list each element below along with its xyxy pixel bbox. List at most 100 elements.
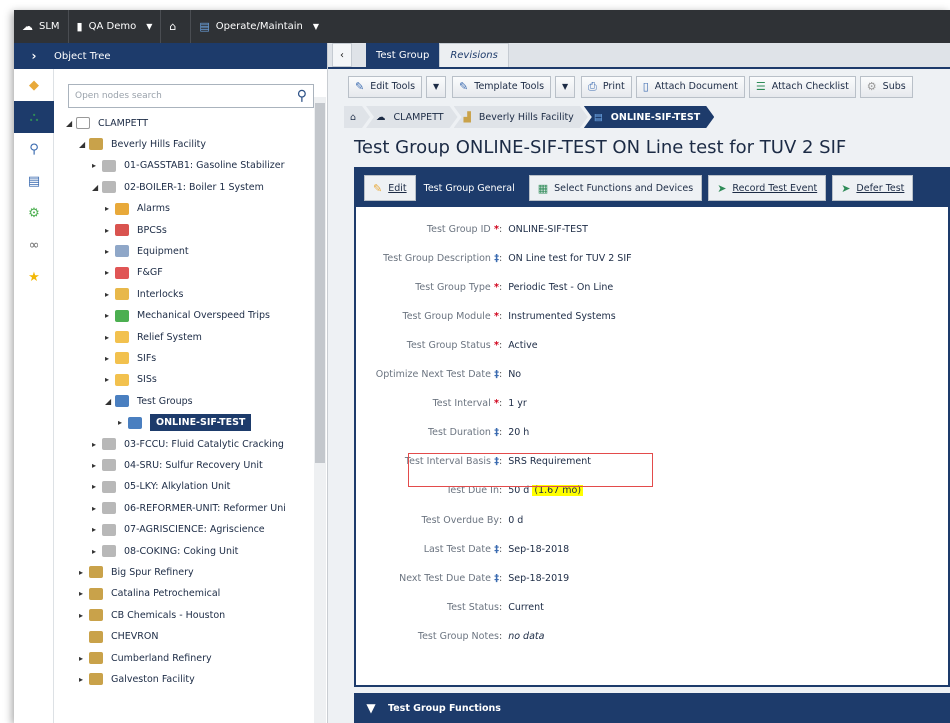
open-nodes-search-input[interactable]: Open nodes search ⚲	[68, 84, 314, 108]
expand-toggle-icon[interactable]: ▸	[118, 418, 128, 427]
tree-node-selected[interactable]: ▸ ONLINE-SIF-TEST	[118, 413, 252, 433]
tree-node[interactable]: ▸ 05-LKY: Alkylation Unit	[92, 477, 230, 497]
expand-toggle-icon[interactable]: ▸	[105, 290, 115, 299]
expand-toggle-icon[interactable]: ▸	[105, 333, 115, 342]
expand-toggle-icon[interactable]: ▸	[92, 461, 102, 470]
expand-toggle-icon[interactable]: ◢	[79, 140, 89, 149]
tree-node[interactable]: ▸ 01-GASSTAB1: Gasoline Stabilizer	[92, 156, 285, 176]
subs-button[interactable]: ⚙ Subs	[859, 75, 913, 98]
tree-node-label: CLAMPETT	[98, 117, 149, 129]
breadcrumb-online-sif-test[interactable]: ▤ ONLINE-SIF-TEST	[584, 106, 714, 128]
tree-node[interactable]: ▸ Galveston Facility	[79, 669, 195, 689]
tree-node[interactable]: ▸ 04-SRU: Sulfur Recovery Unit	[92, 455, 263, 475]
tree-node[interactable]: ▸ 03-FCCU: Fluid Catalytic Cracking	[92, 434, 284, 454]
expand-toggle-icon[interactable]: ▸	[105, 247, 115, 256]
field-value-text: 1 yr	[508, 398, 527, 410]
tree-node[interactable]: ◢ Test Groups	[105, 391, 193, 411]
tree-node-label: Alarms	[137, 203, 170, 215]
tree-node[interactable]: ▸ SISs	[105, 370, 157, 390]
expand-toggle-icon[interactable]: ▸	[92, 547, 102, 556]
attach-document-button[interactable]: ▯ Attach Document	[635, 75, 745, 98]
tab-test-group[interactable]: Test Group	[366, 43, 440, 67]
edit-button[interactable]: ✎ Edit	[364, 175, 416, 201]
expand-toggle-icon[interactable]: ◢	[66, 119, 76, 128]
field-label-text: Test Group Type	[415, 281, 491, 293]
gear-icon[interactable]: ⚙	[14, 197, 54, 229]
expand-toggle-icon[interactable]: ▸	[92, 161, 102, 170]
expand-toggle-icon[interactable]: ▸	[92, 504, 102, 513]
tree-scrollbar[interactable]	[314, 97, 326, 723]
tree-node[interactable]: ▸ 07-AGRISCIENCE: Agriscience	[92, 520, 265, 540]
star-icon[interactable]: ★	[14, 261, 54, 293]
tree-node[interactable]: ▸ 08-COKING: Coking Unit	[92, 541, 238, 561]
expand-toggle-icon[interactable]: ▸	[92, 525, 102, 534]
expand-toggle-icon[interactable]: ▸	[92, 440, 102, 449]
tree-node[interactable]: ◢ CLAMPETT	[66, 113, 148, 133]
template-tools-button[interactable]: ✎ Template Tools	[452, 75, 552, 98]
tree-node[interactable]: CHEVRON	[79, 627, 158, 647]
tree-node[interactable]: ▸ Equipment	[105, 241, 189, 261]
hierarchy-icon[interactable]: ⛬	[14, 101, 54, 133]
tree-node[interactable]: ▸ BPCSs	[105, 220, 167, 240]
tree-node[interactable]: ▸ Catalina Petrochemical	[79, 584, 220, 604]
filter-icon[interactable]: ▼	[354, 701, 388, 715]
attach-checklist-button[interactable]: ☰ Attach Checklist	[748, 75, 856, 98]
tree-node[interactable]: ▸ SIFs	[105, 348, 156, 368]
expand-toggle-icon[interactable]: ◢	[105, 397, 115, 406]
report-icon[interactable]: ▤	[14, 165, 54, 197]
field-value: Periodic Test - On Line	[508, 282, 613, 293]
template-tools-dropdown[interactable]: ▼	[555, 75, 576, 98]
breadcrumb-clampett[interactable]: ☁ CLAMPETT	[366, 106, 458, 128]
field-value-text: Active	[508, 339, 538, 351]
edit-tools-dropdown[interactable]: ▼	[426, 75, 447, 98]
edit-tools-button[interactable]: ✎ Edit Tools	[348, 75, 423, 98]
expand-toggle-icon[interactable]: ▸	[79, 589, 89, 598]
expand-toggle-icon[interactable]: ▸	[105, 311, 115, 320]
expand-toggle-icon[interactable]: ▸	[79, 611, 89, 620]
field-label: Test Due In	[356, 485, 499, 496]
tree-node[interactable]: ▸ Alarms	[105, 199, 170, 219]
link-icon[interactable]: ∞	[14, 229, 54, 261]
tree-node[interactable]: ▸ Mechanical Overspeed Trips	[105, 306, 270, 326]
tree-node[interactable]: ◢ 02-BOILER-1: Boiler 1 System	[92, 177, 264, 197]
tree-node[interactable]: ▸ CB Chemicals - Houston	[79, 605, 225, 625]
select-functions-button[interactable]: ▦ Select Functions and Devices	[528, 175, 703, 201]
field-label: Last Test Date ‡	[356, 544, 499, 555]
tree-node[interactable]: ▸ Interlocks	[105, 284, 183, 304]
nav-home[interactable]: ⌂	[161, 10, 192, 43]
tree-node[interactable]: ▸ Big Spur Refinery	[79, 562, 194, 582]
magnifier-icon[interactable]: ⚲	[14, 133, 54, 165]
tree-node[interactable]: ◢ Beverly Hills Facility	[79, 134, 206, 154]
expand-toggle-icon[interactable]: ▸	[79, 654, 89, 663]
breadcrumb-beverly-hills[interactable]: ▟ Beverly Hills Facility	[454, 106, 588, 128]
expand-toggle-icon[interactable]: ▸	[79, 675, 89, 684]
collapse-panel-icon[interactable]: ›	[14, 49, 54, 63]
expand-toggle-icon[interactable]: ▸	[105, 354, 115, 363]
nav-operate-maintain[interactable]: ▤ Operate/Maintain ▼	[191, 10, 327, 43]
tree-scrollbar-thumb[interactable]	[315, 103, 325, 463]
tab-revisions[interactable]: Revisions	[439, 43, 509, 67]
cube-icon[interactable]: ◆	[14, 69, 54, 101]
search-icon[interactable]: ⚲	[297, 88, 307, 104]
test-group-functions-bar[interactable]: ▼ Test Group Functions	[354, 693, 950, 723]
expand-toggle-icon[interactable]: ▸	[105, 375, 115, 384]
expand-toggle-icon[interactable]: ◢	[92, 183, 102, 192]
chevron-down-icon[interactable]: ▼	[313, 22, 319, 31]
defer-test-button[interactable]: ➤ Defer Test	[832, 175, 914, 201]
chevron-left-icon[interactable]: ‹	[332, 43, 352, 67]
nav-slm[interactable]: ☁ SLM	[14, 10, 69, 43]
nav-qa-demo[interactable]: ▮ QA Demo ▼	[69, 10, 162, 43]
expand-toggle-icon[interactable]: ▸	[79, 568, 89, 577]
breadcrumb-home[interactable]: ⌂	[344, 106, 370, 128]
chevron-down-icon[interactable]: ▼	[146, 22, 152, 31]
record-test-event-button[interactable]: ➤ Record Test Event	[708, 175, 827, 201]
expand-toggle-icon[interactable]: ▸	[105, 226, 115, 235]
tree-node[interactable]: ▸ Relief System	[105, 327, 202, 347]
tree-node[interactable]: ▸ F&GF	[105, 263, 163, 283]
tree-node[interactable]: ▸ Cumberland Refinery	[79, 648, 212, 668]
tree-node[interactable]: ▸ 06-REFORMER-UNIT: Reformer Uni	[92, 498, 286, 518]
expand-toggle-icon[interactable]: ▸	[105, 204, 115, 213]
expand-toggle-icon[interactable]: ▸	[92, 482, 102, 491]
expand-toggle-icon[interactable]: ▸	[105, 268, 115, 277]
print-button[interactable]: ⎙ Print	[581, 75, 632, 98]
